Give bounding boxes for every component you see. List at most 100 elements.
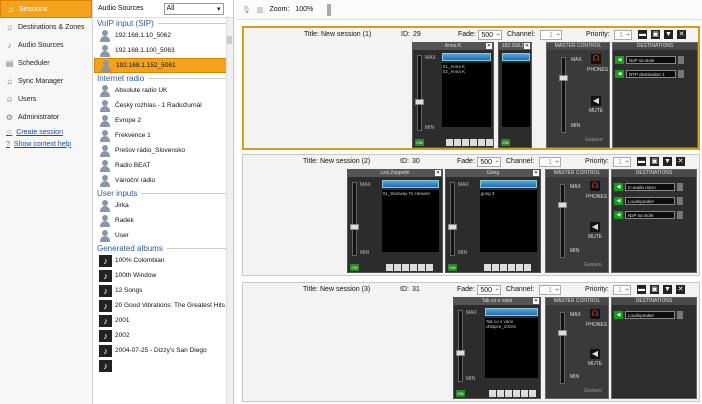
download-icon[interactable]: ▼ [663,285,672,294]
source-item[interactable]: 192.168.1.152_5061 [94,58,233,73]
play-icon[interactable] [386,264,394,271]
close-icon[interactable]: ✕ [676,157,685,166]
volume-fader[interactable] [458,310,463,382]
nav-item-scheduler[interactable]: ▤ Scheduler [0,54,92,72]
master-volume-fader[interactable] [560,184,565,258]
next-icon[interactable] [513,390,521,397]
shuffle-icon[interactable] [524,264,532,271]
next-icon[interactable] [508,264,516,271]
trash-icon[interactable] [678,70,684,78]
nav-link-create-session[interactable]: ☆ Create session [0,126,92,138]
destination-row[interactable]: ◀ RTP destination 1 [615,69,684,79]
close-icon[interactable]: ✕ [533,298,539,304]
stop-icon[interactable] [492,264,500,271]
speaker-on-icon[interactable]: ◀ [614,311,623,319]
destination-name[interactable]: Ic-audio repro [625,183,675,191]
source-item[interactable]: User [94,228,233,243]
shuffle-icon[interactable] [426,264,434,271]
source-item[interactable]: Evrope 2 [94,113,233,128]
destination-row[interactable]: ◀ Loudspeaker [614,196,683,206]
source-item[interactable]: Absolute radio UK [94,83,233,98]
previous-icon[interactable] [505,390,513,397]
speaker-on-icon[interactable]: ◀ [614,197,623,205]
fader-knob[interactable] [415,99,424,105]
play-icon[interactable] [489,390,497,397]
master-fader-knob[interactable] [558,202,567,208]
next-icon[interactable] [469,139,477,146]
speaker-on-icon[interactable]: ◀ [614,183,623,191]
close-icon[interactable]: ✕ [677,30,686,39]
layout-icon[interactable]: ▣ [650,285,659,294]
volume-fader[interactable] [450,182,455,256]
source-item[interactable]: Radio BEAT [94,158,233,173]
source-item[interactable]: ♪ 12 Songs [94,283,233,298]
previous-icon[interactable] [461,139,469,146]
close-icon[interactable]: ✕ [486,43,492,49]
fader-knob[interactable] [448,224,457,230]
master-fader-knob[interactable] [559,75,568,81]
close-icon[interactable]: ✕ [524,43,530,49]
sources-scrollbar-thumb[interactable] [227,36,232,44]
shuffle-icon[interactable] [485,139,493,146]
destination-name[interactable]: Loudspeaker [625,197,675,205]
source-item[interactable]: ♪ 2004-07-25 - Dizzy's San Diego [94,343,233,358]
download-icon[interactable]: ▼ [663,157,672,166]
speaker-icon[interactable]: ◀ [590,349,600,359]
speaker-icon[interactable]: ◀ [590,222,600,232]
nav-item-sessions[interactable]: ♫ Sessions [0,0,92,18]
next-icon[interactable] [410,264,418,271]
repeat-icon[interactable] [521,390,529,397]
fade-input[interactable]: 500 [478,30,502,40]
close-icon[interactable]: ✕ [676,285,685,294]
close-icon[interactable]: ✕ [533,170,539,176]
stop-icon[interactable] [497,390,505,397]
stop-icon[interactable] [394,264,402,271]
nav-link-show-context-help[interactable]: ? Show context help [0,138,92,150]
previous-icon[interactable] [500,264,508,271]
master-volume-fader[interactable] [560,312,565,384]
destination-row[interactable]: ◀ NxP na stole [614,210,683,220]
headphones-icon[interactable]: ☊ [590,309,600,319]
shuffle-icon[interactable] [529,390,537,397]
nav-item-audio-sources[interactable]: ♪ Audio Sources [0,36,92,54]
layout-icon[interactable]: ▣ [650,157,659,166]
source-item[interactable]: 192.168.1.10_5062 [94,28,233,43]
repeat-icon[interactable] [516,264,524,271]
nav-item-users[interactable]: ☺ Users [0,90,92,108]
nav-item-sync-manager[interactable]: ♫ Sync Manager [0,72,92,90]
on-badge[interactable]: ON [456,390,465,397]
speaker-icon[interactable]: ◀ [591,96,601,106]
channel-input[interactable]: 1 [539,285,561,295]
repeat-icon[interactable] [477,139,485,146]
playlist-item[interactable]: gong 3 [481,191,537,196]
trash-icon[interactable] [677,211,683,219]
zoom-value[interactable]: 100% [295,6,313,13]
on-badge[interactable]: ON [415,139,424,146]
trash-icon[interactable] [677,197,683,205]
save-icon[interactable]: ▬ [637,285,646,294]
on-badge[interactable]: ON [448,264,457,271]
save-icon[interactable]: ▬ [638,30,647,39]
trash-icon[interactable] [678,56,684,64]
playlist-box[interactable]: 01_Anna K 02_Anna K [441,63,491,127]
trash-icon[interactable] [677,183,683,191]
playlist-item[interactable]: Tak co s vámi chlapce_10zes [486,319,537,329]
source-item[interactable]: Frekvence 1 [94,128,233,143]
on-badge[interactable]: ON [501,139,510,146]
master-volume-fader[interactable] [561,57,566,133]
source-filter-select[interactable]: All ▾ [163,2,224,15]
destination-name[interactable]: RTP destination 1 [626,70,676,78]
headphones-icon[interactable]: ☊ [591,54,601,64]
destination-row[interactable]: ◀ NxP na stole [615,55,684,65]
volume-fader[interactable] [352,182,357,256]
fade-input[interactable]: 500 [477,285,501,295]
playlist-box[interactable]: gong 3 [479,190,538,252]
equalizer-icon[interactable]: ▥ [257,6,264,14]
priority-input[interactable]: 1 [613,285,631,295]
stop-icon[interactable] [453,139,461,146]
source-item[interactable]: ♪ 2002 [94,328,233,343]
nav-item-administrator[interactable]: ⚙ Administrator [0,108,92,126]
trash-icon[interactable] [677,311,683,319]
playlist-item[interactable]: 02_Anna K [443,69,490,74]
playlist-box[interactable] [502,63,530,127]
